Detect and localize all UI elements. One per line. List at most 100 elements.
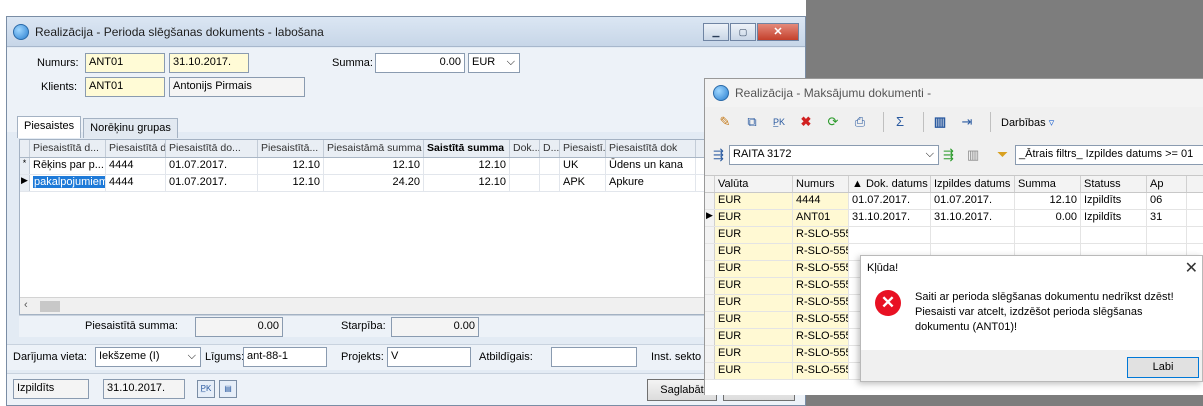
table-cell[interactable]: 4444 xyxy=(106,158,166,174)
table-cell[interactable]: 31.10.2017. xyxy=(931,210,1015,226)
tab-norekinu-grupas[interactable]: Norēķinu grupas xyxy=(83,118,178,138)
table-row[interactable]: * Rēķins par p... 4444 01.07.2017. 12.10… xyxy=(20,158,804,175)
table-cell[interactable]: 0.00 xyxy=(1015,210,1081,226)
table-cell[interactable]: Izpildīts xyxy=(1081,210,1147,226)
print-icon[interactable]: ⎙ xyxy=(850,112,870,132)
ligums-field[interactable]: ant-88-1 xyxy=(243,347,327,367)
numurs-field[interactable]: ANT01 xyxy=(85,53,165,73)
table-cell[interactable]: EUR xyxy=(715,210,793,226)
table-cell[interactable] xyxy=(931,227,1015,243)
table-cell[interactable]: R-SLO-555-1 xyxy=(793,227,849,243)
column-header[interactable]: Piesaistītā dok xyxy=(606,140,696,157)
klients-field[interactable]: ANT01 xyxy=(85,77,165,97)
column-header[interactable]: D... xyxy=(540,140,560,157)
table-cell[interactable]: EUR xyxy=(715,193,793,209)
table-cell[interactable] xyxy=(1015,227,1081,243)
table-cell[interactable]: R-SLO-555-2 xyxy=(793,363,849,379)
projekts-field[interactable]: V xyxy=(387,347,471,367)
table-cell[interactable] xyxy=(1147,227,1187,243)
column-header[interactable]: Ap xyxy=(1147,176,1187,192)
actions-menu[interactable]: Darbības ▿ xyxy=(1001,116,1054,129)
indent-icon[interactable]: ⇥ xyxy=(957,112,977,132)
scroll-thumb[interactable] xyxy=(40,301,60,312)
column-header[interactable]: Piesaistītā d... xyxy=(106,140,166,157)
table-cell[interactable]: ANT01 xyxy=(793,210,849,226)
delete-icon[interactable]: ✖ xyxy=(796,112,816,132)
table-cell[interactable]: UK xyxy=(560,158,606,174)
sum-icon[interactable]: Σ xyxy=(890,112,910,132)
table-cell[interactable]: APK xyxy=(560,175,606,191)
column-header[interactable]: Saistītā summa xyxy=(424,140,510,157)
summa-field[interactable]: 0.00 xyxy=(375,53,465,73)
table-cell[interactable]: R-SLO-555-1 xyxy=(793,244,849,260)
minimize-icon[interactable]: ▁ xyxy=(703,23,729,41)
table-cell[interactable]: 12.10 xyxy=(424,175,510,191)
tab-piesaistes[interactable]: Piesaistes xyxy=(17,116,82,138)
ok-button[interactable]: Labi xyxy=(1127,357,1199,378)
table-cell[interactable] xyxy=(510,175,540,191)
table-cell[interactable]: EUR xyxy=(715,363,793,379)
table-cell[interactable]: 31.10.2017. xyxy=(849,210,931,226)
atbildigais-field[interactable] xyxy=(551,347,637,367)
table-cell[interactable]: 4444 xyxy=(793,193,849,209)
copy-icon[interactable]: ⧉ xyxy=(742,112,762,132)
table-cell[interactable]: EUR xyxy=(715,346,793,362)
table-cell[interactable] xyxy=(540,158,560,174)
table-cell[interactable]: 4444 xyxy=(106,175,166,191)
table-cell[interactable]: Apkure xyxy=(606,175,696,191)
column-header[interactable]: Summa xyxy=(1015,176,1081,192)
table-cell[interactable]: EUR xyxy=(715,312,793,328)
table-cell[interactable]: R-SLO-555-2 xyxy=(793,261,849,277)
table-cell[interactable]: 12.10 xyxy=(424,158,510,174)
table-cell[interactable]: EUR xyxy=(715,261,793,277)
table-cell[interactable]: R-SLO-555-2 xyxy=(793,312,849,328)
table-cell[interactable]: Izpildīts xyxy=(1081,193,1147,209)
table-row[interactable]: ▶ EUR ANT01 31.10.2017. 31.10.2017. 0.00 Izpil… xyxy=(705,210,1203,227)
table-cell[interactable] xyxy=(540,175,560,191)
column-header[interactable]: Valūta xyxy=(715,176,793,192)
column-header[interactable]: Izpildes datums xyxy=(931,176,1015,192)
date-field[interactable]: 31.10.2017. xyxy=(169,53,249,73)
table-cell[interactable] xyxy=(1081,227,1147,243)
close-icon[interactable]: ✕ xyxy=(757,23,799,41)
filter-select[interactable]: RAITA 3172 ⌵ xyxy=(729,145,939,165)
table-cell[interactable] xyxy=(510,158,540,174)
edit-icon[interactable]: ✎ xyxy=(715,112,735,132)
table-cell[interactable]: 01.07.2017. xyxy=(166,175,258,191)
table-cell[interactable]: EUR xyxy=(715,329,793,345)
scroll-left-icon[interactable]: ‹ xyxy=(24,299,28,311)
column-header[interactable]: Piesaistītā do... xyxy=(166,140,258,157)
table-cell[interactable]: R-SLO-555-2 xyxy=(793,295,849,311)
darijuma-vieta-select[interactable]: Iekšzeme (I) ⌵ xyxy=(95,347,201,367)
table-cell[interactable]: 24.20 xyxy=(324,175,424,191)
table-cell[interactable]: EUR xyxy=(715,244,793,260)
document-icon[interactable]: P̲K xyxy=(769,112,789,132)
quick-filter-field[interactable]: _Ātrais filtrs_ Izpildes datums >= 01 xyxy=(1015,145,1203,165)
apply-filter-icon[interactable]: ⇶ xyxy=(943,147,954,163)
table-cell[interactable]: 01.07.2017. xyxy=(166,158,258,174)
column-header[interactable]: Piesaistāmā summa xyxy=(324,140,424,157)
table-cell[interactable]: 12.10 xyxy=(1015,193,1081,209)
columns-icon[interactable]: ▥ xyxy=(967,147,979,163)
maximize-icon[interactable]: ▢ xyxy=(730,23,756,41)
table-cell[interactable]: pakalpojumiem xyxy=(30,175,106,191)
column-header[interactable]: Dok... xyxy=(510,140,540,157)
table-cell[interactable]: Ūdens un kana xyxy=(606,158,696,174)
table-cell[interactable]: 12.10 xyxy=(324,158,424,174)
refresh-icon[interactable]: ⟳ xyxy=(823,112,843,132)
table-cell[interactable]: 01.07.2017. xyxy=(849,193,931,209)
filter-icon[interactable]: ⏷ xyxy=(997,146,1008,163)
table-cell[interactable]: 12.10 xyxy=(258,175,324,191)
print-icon[interactable]: ▤ xyxy=(219,380,237,398)
column-header[interactable]: Piesaistī... xyxy=(560,140,606,157)
table-row[interactable]: ▶ pakalpojumiem 4444 01.07.2017. 12.10 2… xyxy=(20,175,804,192)
table-cell[interactable]: EUR xyxy=(715,295,793,311)
column-header[interactable]: Piesaistītā... xyxy=(258,140,324,157)
column-header[interactable]: Numurs xyxy=(793,176,849,192)
horizontal-scrollbar[interactable]: ‹ xyxy=(20,297,804,314)
table-cell[interactable]: EUR xyxy=(715,278,793,294)
table-row[interactable]: EUR 4444 01.07.2017. 01.07.2017. 12.10 Izpild… xyxy=(705,193,1203,210)
column-header[interactable]: Statuss xyxy=(1081,176,1147,192)
column-header[interactable]: Piesaistītā d... xyxy=(30,140,106,157)
table-cell[interactable]: 12.10 xyxy=(258,158,324,174)
